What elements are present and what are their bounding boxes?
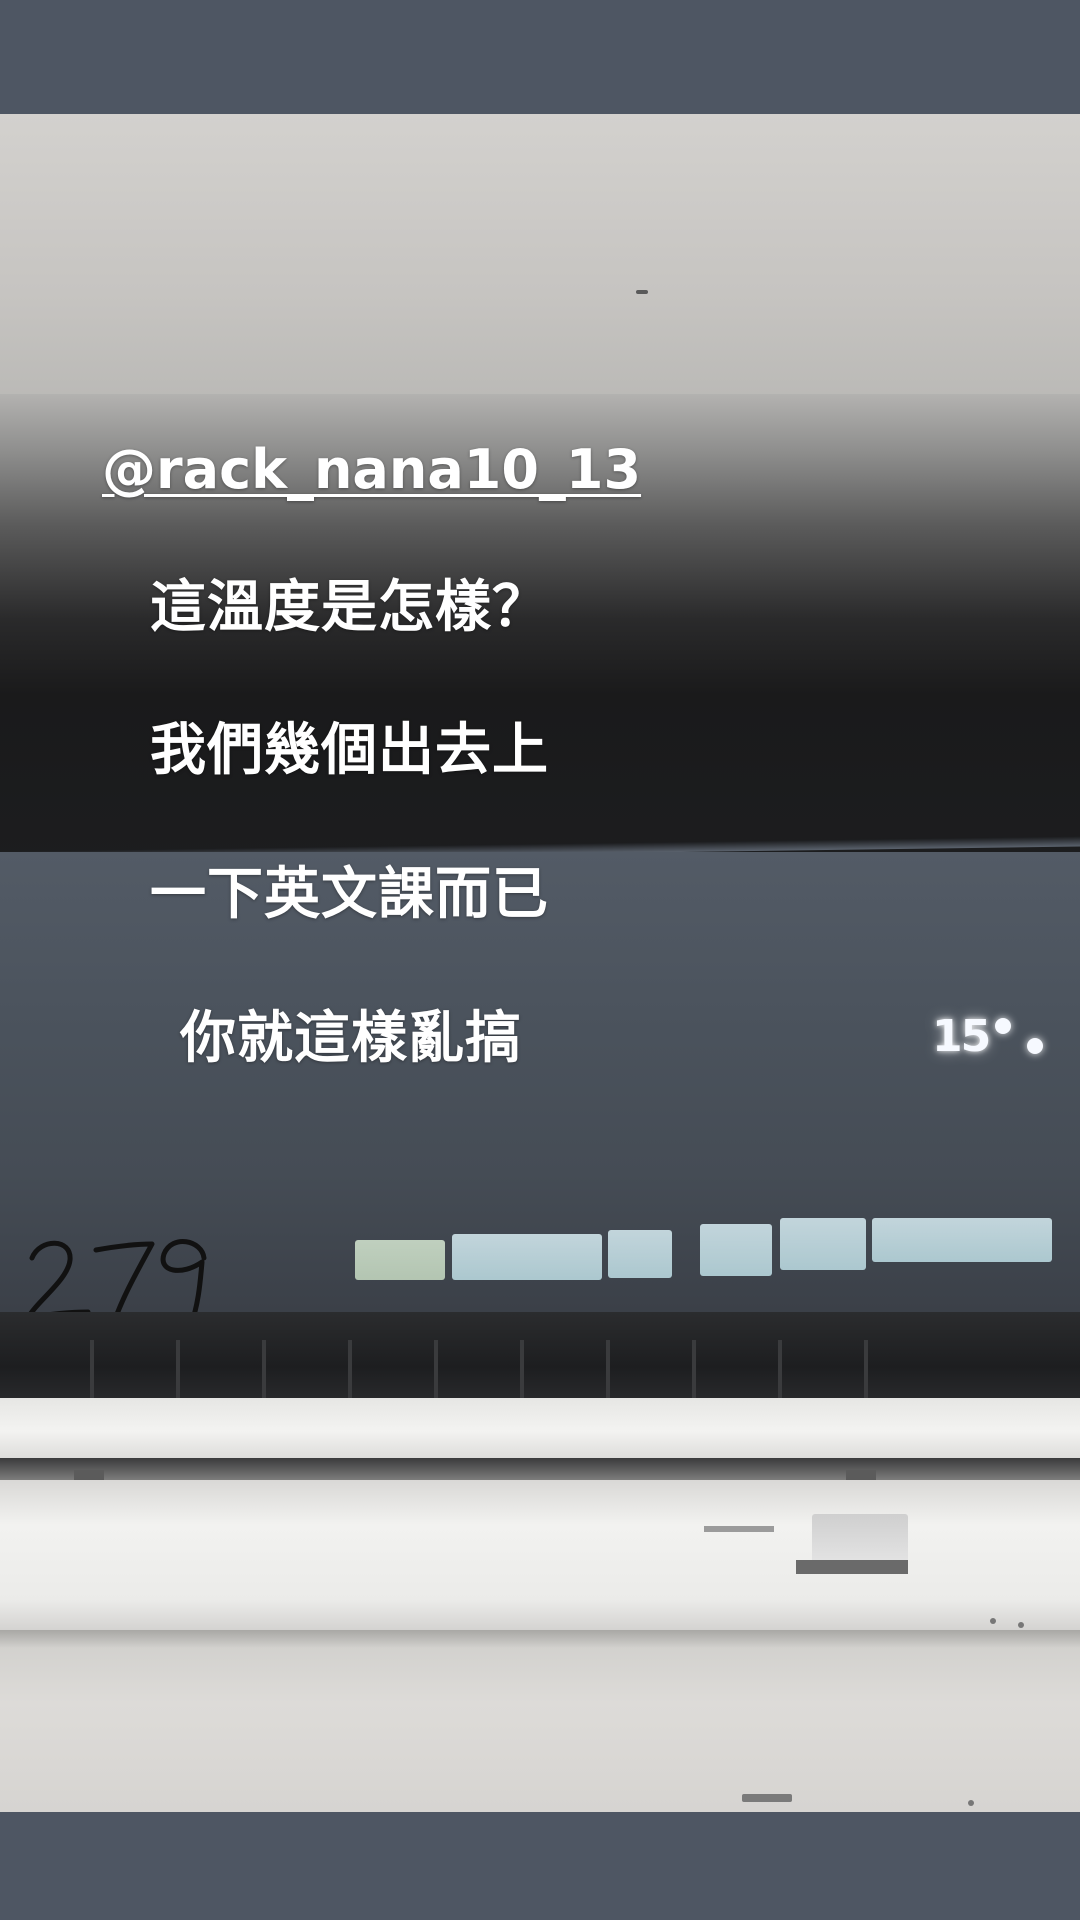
vent-slat <box>262 1340 266 1398</box>
top-letterbox <box>0 0 1080 114</box>
story-photo: 279 <box>0 114 1080 1812</box>
wall-dot <box>1018 1622 1024 1628</box>
ac-body-upper <box>0 1398 1080 1458</box>
vent-slat <box>434 1340 438 1398</box>
ac-temperature-value: 15 <box>932 1011 991 1062</box>
wall-bottom <box>0 1630 1080 1812</box>
window-reflection <box>452 1234 602 1280</box>
vent-slat <box>176 1340 180 1398</box>
ac-vent <box>0 1312 1080 1404</box>
caption-line: 我們幾個出去上 <box>150 718 549 783</box>
caption-line: 一下英文課而已 <box>150 862 549 927</box>
bottom-letterbox <box>0 1812 1080 1920</box>
ac-label-text <box>704 1526 774 1532</box>
story-frame: 279 15 @rack_nana10 <box>0 0 1080 1920</box>
window-reflection <box>608 1230 672 1278</box>
ac-body-lower <box>0 1480 1080 1630</box>
user-mention-sticker[interactable]: @rack_nana10_13 <box>102 438 641 502</box>
caption-line: 你就這樣亂搞 <box>180 1006 522 1071</box>
indicator-dot-icon <box>1027 1038 1044 1054</box>
window-reflection <box>872 1218 1052 1262</box>
wall-bottom-shadow <box>0 1630 1080 1648</box>
ac-temperature-display: 15 <box>932 1011 1044 1062</box>
wall-mark <box>742 1794 792 1802</box>
ac-body-gap <box>0 1458 1080 1480</box>
wall-speck <box>636 290 648 294</box>
vent-slat <box>348 1340 352 1398</box>
vent-slat <box>864 1340 868 1398</box>
wall-dot <box>968 1800 974 1806</box>
vent-slat <box>606 1340 610 1398</box>
window-reflection <box>355 1240 445 1280</box>
vent-slat <box>778 1340 782 1398</box>
vent-slat <box>692 1340 696 1398</box>
window-reflection <box>700 1224 772 1276</box>
ac-label-strip <box>796 1560 908 1574</box>
wall <box>0 114 1080 414</box>
vent-slat <box>90 1340 94 1398</box>
vent-slat <box>520 1340 524 1398</box>
degree-icon <box>995 1018 1012 1034</box>
wall-dot <box>990 1618 996 1624</box>
window-reflection <box>780 1218 866 1270</box>
caption-line: 這溫度是怎樣？ <box>150 575 549 640</box>
